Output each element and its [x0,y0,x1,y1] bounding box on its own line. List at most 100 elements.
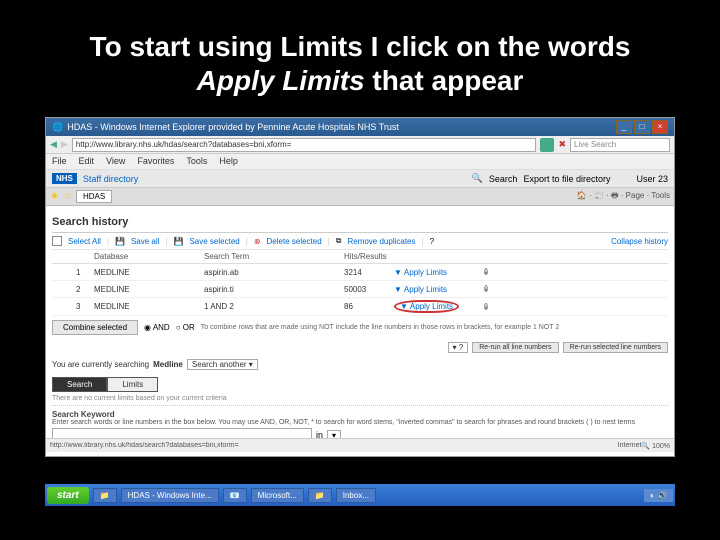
window-title: HDAS - Windows Internet Explorer provide… [67,122,616,132]
row-num: 2 [76,285,94,294]
tab-bar: ★ ☆ HDAS 🏠 · 📰 · 🖶 · Page · Tools [46,188,674,206]
delete-row-button[interactable]: × [484,285,488,292]
delete-row-button[interactable]: × [484,268,488,275]
search-icon: 🔍 [472,173,483,184]
rerun-selected-button[interactable]: Re-run selected line numbers [563,342,668,353]
menu-favorites[interactable]: Favorites [137,156,174,167]
collapse-history-link[interactable]: Collapse history [611,237,668,246]
ie-icon: 🌐 [52,122,63,133]
delete-selected-link[interactable]: Delete selected [267,237,322,246]
window-titlebar: 🌐 HDAS - Windows Internet Explorer provi… [46,118,674,136]
stop-icon[interactable]: ✖ [558,139,566,150]
status-bar: http://www.library.nhs.uk/hdas/search?da… [46,438,674,452]
nhs-toolbar: NHS Staff directory 🔍 Search Export to f… [46,170,674,188]
apply-limits-link[interactable]: ▼Apply Limits [394,268,447,277]
taskbar-item[interactable]: Inbox... [336,488,376,503]
help-icon[interactable]: ? [430,237,434,246]
row-hits: 50003 [344,285,394,294]
currently-searching-label: You are currently searching [52,360,149,369]
menu-view[interactable]: View [106,156,125,167]
row-num: 3 [76,302,94,311]
history-table-header: Database Search Term Hits/Results [52,250,668,264]
maximize-button[interactable]: □ [634,120,650,134]
system-tray[interactable]: ◐ 🔊 [644,489,673,502]
tab-search[interactable]: Search [52,377,107,392]
taskbar-item[interactable]: Microsoft... [251,488,304,503]
in-label: in [316,430,323,438]
apply-limits-link-highlighted[interactable]: ▼Apply Limits [394,300,459,313]
browser-search-input[interactable]: Live Search [570,138,670,152]
save-all-link[interactable]: Save all [131,237,159,246]
combine-selected-button[interactable]: Combine selected [52,320,138,335]
page-content: Search history Select All | 💾 Save all |… [46,206,674,438]
delete-icon: ⊗ [254,237,261,246]
keyword-label: Search Keyword [52,406,668,419]
zoom-level[interactable]: 🔍 100% [641,442,670,450]
add-favorite-icon[interactable]: ☆ [63,191,72,202]
start-button[interactable]: start [47,487,89,504]
table-row: 3 MEDLINE 1 AND 2 86 ▼Apply Limits × [52,298,668,316]
taskbar-item[interactable]: 📁 [308,488,332,503]
tab-hdas[interactable]: HDAS [76,190,112,203]
and-radio[interactable]: ◉ AND [144,323,170,332]
combine-hint: To combine rows that are made using NOT … [201,324,559,331]
tools-menu[interactable]: Tools [651,191,670,200]
title-part1: To start using Limits I click on the wor… [90,31,631,62]
save-selected-link[interactable]: Save selected [189,237,239,246]
staff-directory-link[interactable]: Staff directory [83,174,138,184]
row-db: MEDLINE [94,268,204,277]
taskbar-item[interactable]: 📁 [93,488,117,503]
taskbar-item[interactable]: 📧 [223,488,247,503]
table-row: 2 MEDLINE aspirin.ti 50003 ▼Apply Limits… [52,281,668,298]
menu-file[interactable]: File [52,156,67,167]
row-db: MEDLINE [94,285,204,294]
refresh-button[interactable] [540,138,554,152]
remove-duplicates-link[interactable]: Remove duplicates [347,237,415,246]
forward-button[interactable]: ▶ [61,139,68,150]
field-dropdown[interactable]: ▾ [327,430,341,439]
menu-edit[interactable]: Edit [79,156,95,167]
toolbar-search-label[interactable]: Search [489,174,518,184]
limits-tip: There are no current limits based on you… [52,392,668,406]
windows-taskbar: start 📁 HDAS - Windows Inte... 📧 Microso… [45,484,675,506]
or-radio[interactable]: ○ OR [176,323,195,332]
minimize-button[interactable]: _ [616,120,632,134]
row-hits: 86 [344,302,394,311]
row-term: aspirin.ab [204,268,344,277]
export-link[interactable]: Export to file directory [523,174,610,184]
home-icon[interactable]: 🏠 [577,191,587,200]
taskbar-item[interactable]: HDAS - Windows Inte... [121,488,219,503]
internet-zone: Internet [618,442,642,449]
current-db: Medline [153,360,183,369]
select-all-checkbox[interactable] [52,236,62,246]
keyword-input[interactable] [52,428,312,438]
menu-bar: File Edit View Favorites Tools Help [46,154,674,170]
print-icon[interactable]: 🖶 [611,191,619,200]
title-part2: that appear [365,65,524,96]
row-db: MEDLINE [94,302,204,311]
favorites-icon[interactable]: ★ [50,191,59,202]
history-actions: Select All | 💾 Save all | 💾 Save selecte… [52,233,668,250]
page-menu[interactable]: Page [626,191,645,200]
url-input[interactable]: http://www.library.nhs.uk/hdas/search?da… [72,138,537,152]
delete-row-button[interactable]: × [484,303,488,310]
rerun-dropdown[interactable]: ▾ ? [448,342,469,353]
feed-icon[interactable]: 📰 [594,191,604,200]
row-term: 1 AND 2 [204,302,344,311]
table-row: 1 MEDLINE aspirin.ab 3214 ▼Apply Limits … [52,264,668,281]
tab-limits[interactable]: Limits [107,377,158,392]
menu-tools[interactable]: Tools [186,156,207,167]
menu-help[interactable]: Help [219,156,238,167]
search-history-heading: Search history [52,212,668,233]
browser-window: 🌐 HDAS - Windows Internet Explorer provi… [45,117,675,457]
address-bar: ◀ ▶ http://www.library.nhs.uk/hdas/searc… [46,136,674,154]
slide-title: To start using Limits I click on the wor… [0,0,720,117]
back-button[interactable]: ◀ [50,139,57,150]
rerun-all-button[interactable]: Re-run all line numbers [472,342,558,353]
select-all-link[interactable]: Select All [68,237,101,246]
keyword-desc: Enter search words or line numbers in th… [52,419,668,428]
close-button[interactable]: × [652,120,668,134]
apply-limits-link[interactable]: ▼Apply Limits [394,285,447,294]
nhs-logo: NHS [52,173,77,184]
search-another-dropdown[interactable]: Search another ▾ [187,359,258,370]
